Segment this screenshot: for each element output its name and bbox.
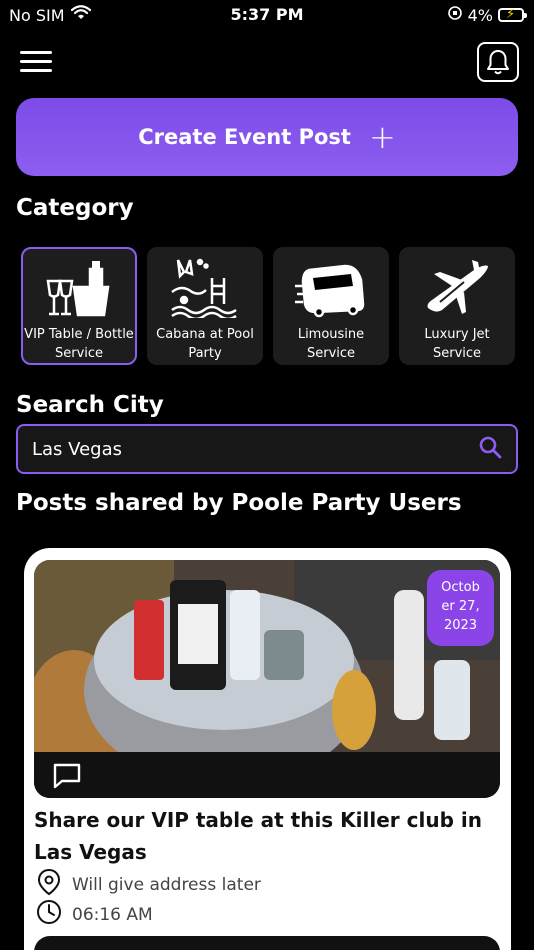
create-event-label: Create Event Post: [138, 125, 351, 149]
category-label: Limousine Service: [297, 327, 365, 361]
search-icon[interactable]: [478, 435, 502, 463]
status-right: 4% ⚡: [447, 5, 527, 25]
search-city-box: [16, 424, 518, 474]
category-cabana[interactable]: Cabana at Pool Party: [147, 247, 263, 365]
post-date-line-1: Octob: [441, 580, 480, 595]
post-address: Will give address later: [72, 874, 261, 895]
bottle-bucket-icon: [43, 257, 115, 319]
status-bar: No SIM 5:37 PM 4% ⚡: [0, 0, 534, 30]
post-time: 06:16 AM: [72, 904, 153, 925]
hamburger-menu-icon[interactable]: [20, 51, 52, 75]
orientation-lock-icon: [447, 5, 463, 25]
post-date-line-3: 2023: [443, 618, 478, 633]
location-pin-icon: [36, 868, 62, 901]
post-address-row: Will give address later: [36, 868, 261, 901]
post-title: Share our VIP table at this Killer club …: [34, 808, 482, 864]
category-label: Cabana at Pool Party: [156, 327, 254, 361]
create-event-post-button[interactable]: Create Event Post +: [16, 98, 518, 176]
post-footer-bar: [34, 936, 500, 950]
battery-icon: ⚡: [498, 7, 527, 22]
limousine-icon: [295, 255, 367, 319]
battery-percent: 4%: [467, 5, 493, 25]
plus-icon: +: [368, 118, 396, 156]
jet-icon: [421, 255, 493, 319]
pool-cabana-icon: [169, 255, 241, 319]
category-luxury-jet[interactable]: Luxury Jet Service: [399, 247, 515, 365]
clock-icon: [36, 899, 62, 930]
category-title: Category: [16, 195, 134, 221]
category-limousine[interactable]: Limousine Service: [273, 247, 389, 365]
category-label: Luxury Jet Service: [424, 327, 490, 361]
posts-title: Posts shared by Poole Party Users: [16, 490, 462, 516]
category-label: VIP Table / Bottle Service: [24, 327, 134, 361]
post-time-row: 06:16 AM: [36, 899, 153, 930]
post-date-line-2: er 27,: [441, 599, 480, 614]
post-date-badge: Octob er 27, 2023: [427, 570, 494, 646]
search-city-title: Search City: [16, 392, 164, 418]
search-city-input[interactable]: [32, 438, 478, 460]
comment-icon[interactable]: [52, 762, 82, 794]
category-vip-table[interactable]: VIP Table / Bottle Service: [21, 247, 137, 365]
bell-icon: [487, 50, 509, 75]
post-card[interactable]: Octob er 27, 2023 Share our VIP table at…: [24, 548, 511, 950]
category-list: VIP Table / Bottle Service Cabana at Poo…: [21, 247, 516, 365]
notification-button[interactable]: [477, 42, 519, 82]
